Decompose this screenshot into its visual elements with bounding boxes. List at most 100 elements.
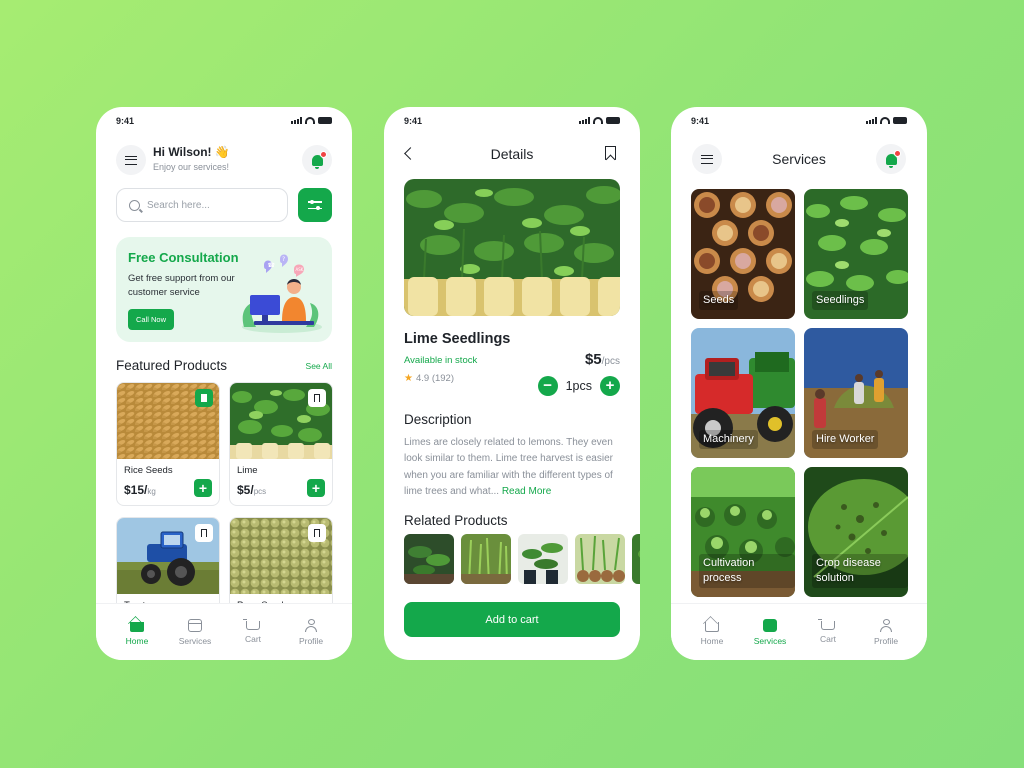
see-all-link[interactable]: See All: [306, 361, 332, 371]
tab-bar: Home Services Cart Profile: [671, 604, 927, 660]
bell-icon: [311, 150, 327, 169]
bookmark-icon[interactable]: [605, 146, 616, 160]
battery-icon: [606, 117, 620, 124]
signal-icon: [866, 117, 877, 124]
home-icon: [705, 622, 719, 632]
tab-cart[interactable]: Cart: [228, 619, 278, 660]
lime-seedlings-image: [404, 179, 620, 316]
service-label: Crop disease solution: [812, 554, 908, 588]
product-name: Lime: [237, 465, 258, 476]
increase-quantity-button[interactable]: +: [600, 376, 620, 396]
call-now-button[interactable]: Call Now: [128, 309, 175, 330]
add-product-button[interactable]: +: [307, 479, 325, 497]
tab-bar: Home Services Cart Profile: [96, 604, 352, 660]
bookmark-button[interactable]: [308, 389, 326, 407]
wifi-icon: [880, 117, 890, 124]
profile-icon: [879, 619, 893, 632]
description-title: Description: [404, 412, 472, 427]
product-price: $5/pcs: [237, 483, 267, 497]
related-product-item[interactable]: [461, 534, 511, 584]
bookmark-icon: [314, 529, 320, 537]
tab-home[interactable]: Home: [687, 619, 737, 660]
battery-icon: [318, 117, 332, 124]
bookmark-button[interactable]: [308, 524, 326, 542]
tab-profile[interactable]: Profile: [861, 619, 911, 660]
services-icon: [763, 619, 777, 632]
filter-icon: [308, 199, 322, 203]
related-products-list: [404, 534, 640, 584]
service-label: Hire Worker: [812, 430, 879, 449]
product-price: $5/pcs: [584, 351, 620, 368]
featured-products-title: Featured Products: [116, 358, 228, 373]
add-product-button[interactable]: +: [194, 479, 212, 497]
tab-profile[interactable]: Profile: [286, 619, 336, 660]
read-more-link[interactable]: Read More: [502, 486, 551, 497]
bookmark-button[interactable]: [195, 524, 213, 542]
signal-icon: [291, 117, 302, 124]
decrease-quantity-button[interactable]: −: [537, 376, 558, 396]
service-card-hire-worker[interactable]: Hire Worker: [804, 328, 908, 458]
related-product-item[interactable]: [518, 534, 568, 584]
service-card-machinery[interactable]: Machinery: [691, 328, 795, 458]
service-label: Seedlings: [812, 291, 869, 310]
filter-button[interactable]: [298, 188, 332, 222]
search-icon: [129, 199, 140, 211]
notifications-button[interactable]: [876, 144, 906, 174]
bell-icon: [885, 149, 901, 168]
greeting: Hi Wilson! 👋: [153, 145, 230, 159]
wifi-icon: [593, 117, 603, 124]
service-label: Machinery: [699, 430, 758, 449]
svg-text:?: ?: [282, 256, 285, 263]
status-time: 9:41: [691, 116, 710, 126]
tab-services[interactable]: Services: [745, 619, 795, 660]
bookmark-button[interactable]: [195, 389, 213, 407]
notifications-button[interactable]: [302, 145, 332, 175]
service-label: Seeds: [699, 291, 739, 310]
related-products-title: Related Products: [404, 513, 508, 528]
product-card-lime[interactable]: Lime $5/pcs +: [229, 382, 333, 506]
related-product-item[interactable]: [575, 534, 625, 584]
service-label: Cultivation process: [699, 554, 795, 588]
cart-icon: [243, 619, 260, 630]
status-bar: 9:41: [116, 116, 332, 128]
details-screen: 9:41 Details Lime Seedlings Available in…: [384, 107, 640, 660]
product-name: Lime Seedlings: [404, 331, 511, 347]
product-card-rice-seeds[interactable]: Rice Seeds $15/kg +: [116, 382, 220, 506]
menu-icon: [125, 155, 137, 165]
star-icon: ★: [404, 373, 413, 384]
bookmark-icon: [201, 394, 207, 402]
greeting-subtitle: Enjoy our services!: [153, 162, 230, 172]
consultation-banner: Free Consultation Get free support from …: [116, 237, 332, 342]
page-title: Details: [490, 146, 534, 162]
banner-text: Get free support from our customer servi…: [128, 273, 235, 298]
menu-button[interactable]: [116, 145, 146, 175]
battery-icon: [893, 117, 907, 124]
status-bar: 9:41: [404, 116, 620, 128]
search-input[interactable]: Search here...: [116, 188, 288, 222]
tab-cart[interactable]: Cart: [803, 619, 853, 660]
related-product-item[interactable]: [632, 534, 640, 584]
search-placeholder: Search here...: [147, 199, 210, 211]
status-bar: 9:41: [691, 116, 907, 128]
related-product-item[interactable]: [404, 534, 454, 584]
service-card-seeds[interactable]: Seeds: [691, 189, 795, 319]
quantity-value: 1pcs: [565, 379, 592, 393]
tab-home[interactable]: Home: [112, 619, 162, 660]
svg-text:☎: ☎: [268, 262, 276, 269]
quantity-stepper: − 1pcs +: [537, 376, 620, 396]
svg-text:ASK: ASK: [296, 267, 304, 272]
service-card-seedlings[interactable]: Seedlings: [804, 189, 908, 319]
product-price: $15/kg: [124, 483, 156, 497]
tab-services[interactable]: Services: [170, 619, 220, 660]
home-screen: 9:41 Hi Wilson! 👋 Enjoy our services! Se…: [96, 107, 352, 660]
services-icon: [188, 619, 202, 632]
service-card-cultivation-process[interactable]: Cultivation process: [691, 467, 795, 597]
banner-title: Free Consultation: [128, 250, 239, 265]
bookmark-icon: [314, 394, 320, 402]
profile-icon: [304, 619, 318, 632]
bookmark-icon: [201, 529, 207, 537]
add-to-cart-button[interactable]: Add to cart: [404, 602, 620, 637]
description-text: Limes are closely related to lemons. The…: [404, 437, 613, 497]
service-card-crop-disease-solution[interactable]: Crop disease solution: [804, 467, 908, 597]
cart-icon: [818, 619, 835, 630]
